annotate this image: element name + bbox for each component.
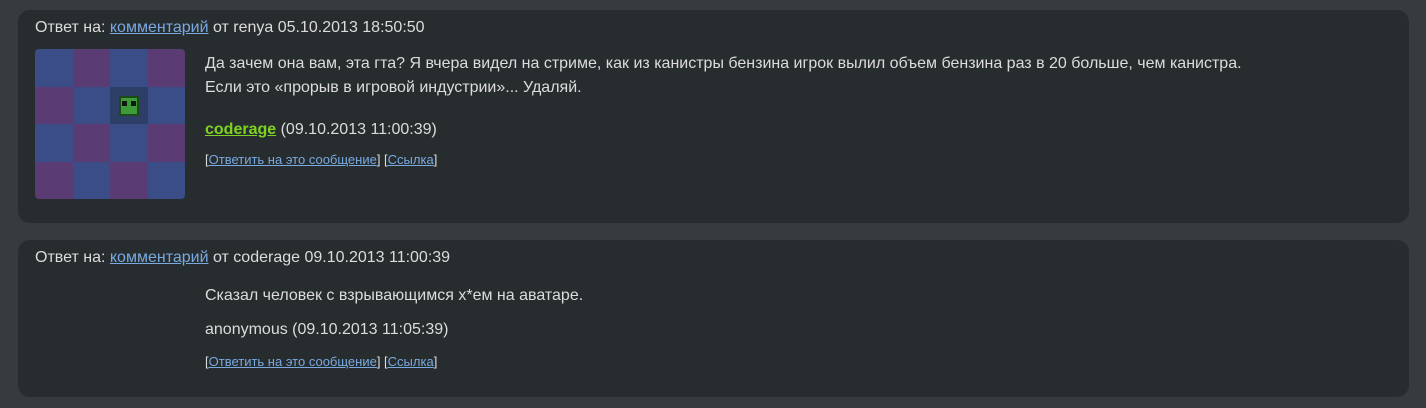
comment-date: (09.10.2013 11:00:39) [280,121,437,138]
reply-button[interactable]: Ответить на это сообщение [209,152,377,167]
comment-header: Ответ на: комментарий от coderage 09.10.… [35,248,450,268]
reply-prefix: Ответ на: [35,19,106,36]
permalink[interactable]: Ссылка [388,152,434,167]
comment-body: Сказал человек с взрывающимся х*ем на ав… [205,284,1385,370]
reply-button[interactable]: Ответить на это сообщение [209,354,377,369]
comment-text-line: Если это «прорыв в игровой индустрии»...… [205,79,582,96]
comment-card: Ответ на: комментарий от coderage 09.10.… [18,240,1409,397]
reply-to-comment-link[interactable]: комментарий [110,249,209,266]
author-link[interactable]: coderage [205,121,276,138]
comment-text-line: Сказал человек с взрывающимся х*ем на ав… [205,287,584,304]
comment-date: (09.10.2013 11:05:39) [292,321,449,338]
comment-text-line: Да зачем она вам, эта гта? Я вчера видел… [205,55,1242,72]
comment-body: Да зачем она вам, эта гта? Я вчера видел… [205,52,1385,168]
comment-signature: anonymous (09.10.2013 11:05:39) [205,320,1385,340]
comment-actions: [Ответить на это сообщение] [Ссылка] [205,152,438,167]
permalink[interactable]: Ссылка [388,354,434,369]
comment-card: Ответ на: комментарий от renya 05.10.201… [18,10,1409,223]
author-name: anonymous [205,321,288,338]
avatar[interactable] [35,49,185,199]
reply-source: от renya 05.10.2013 18:50:50 [212,19,425,36]
creeper-avatar-icon [110,86,148,124]
comment-actions: [Ответить на это сообщение] [Ссылка] [205,354,438,369]
reply-to-comment-link[interactable]: комментарий [110,19,209,36]
reply-prefix: Ответ на: [35,249,106,266]
reply-source: от coderage 09.10.2013 11:00:39 [212,249,451,266]
comment-header: Ответ на: комментарий от renya 05.10.201… [35,18,425,38]
comment-signature: coderage (09.10.2013 11:00:39) [205,120,1385,140]
